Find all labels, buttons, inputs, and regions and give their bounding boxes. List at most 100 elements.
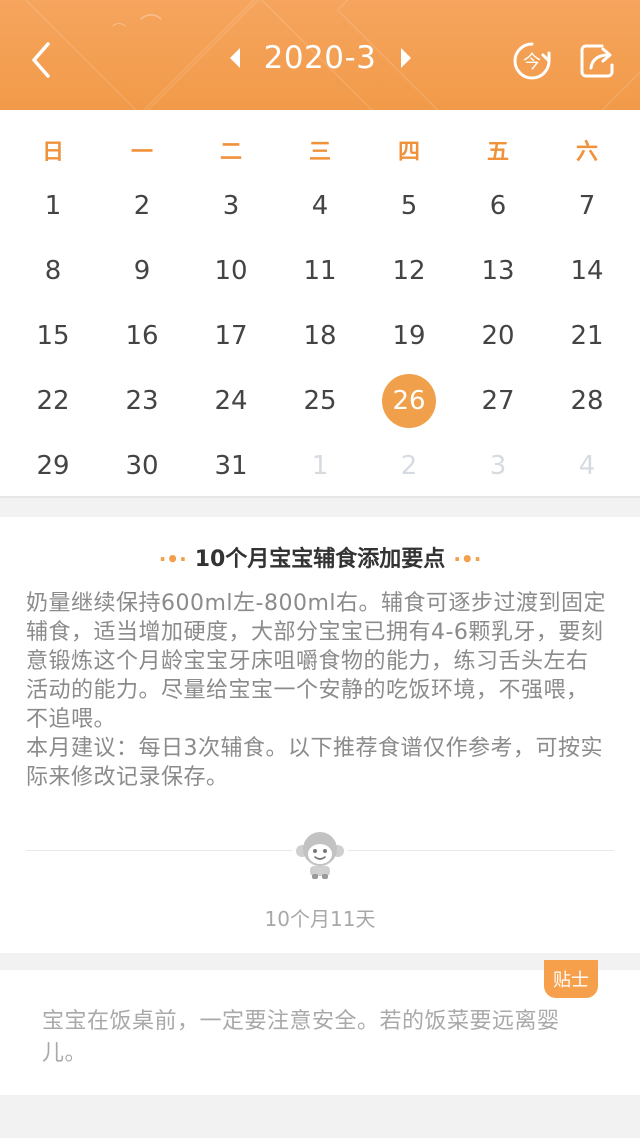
calendar-day[interactable]: 3 <box>458 436 538 496</box>
calendar-day[interactable]: 1 <box>13 176 93 236</box>
calendar-day[interactable]: 14 <box>547 241 627 301</box>
calendar-day[interactable]: 3 <box>191 176 271 236</box>
tip-card: 贴士 宝宝在饭桌前，一定要注意安全。若的饭菜要远离婴儿。 <box>0 960 640 1095</box>
calendar-day-number: 29 <box>36 451 70 481</box>
calendar-day[interactable]: 11 <box>280 241 360 301</box>
calendar-day-number: 5 <box>400 191 418 221</box>
svg-text:今: 今 <box>523 52 541 73</box>
calendar-day[interactable]: 25 <box>280 371 360 431</box>
calendar-day-number: 13 <box>481 256 515 286</box>
calendar-day-number: 24 <box>214 386 248 416</box>
calendar-day[interactable]: 4 <box>547 436 627 496</box>
calendar-day-number: 9 <box>133 256 151 286</box>
calendar-week-row: 15 16 17 18 19 20 21 <box>0 306 640 366</box>
calendar-day-number: 3 <box>222 191 240 221</box>
calendar-day-number: 4 <box>578 451 596 481</box>
calendar-day[interactable]: 27 <box>458 371 538 431</box>
calendar-day-number: 15 <box>36 321 70 351</box>
calendar-day-number: 10 <box>214 256 248 286</box>
calendar-day-number: 6 <box>489 191 507 221</box>
calendar-day[interactable]: 16 <box>102 306 182 366</box>
caret-left-icon <box>229 48 240 68</box>
calendar-day[interactable]: 4 <box>280 176 360 236</box>
weekday-label: 四 <box>397 140 420 165</box>
calendar-day-number: 8 <box>44 256 62 286</box>
weekday-label: 二 <box>219 140 242 165</box>
article-body: 奶量继续保持600ml左-800ml右。辅食可逐步过渡到固定辅食，适当增加硬度，… <box>26 589 606 792</box>
bird-decoration-icon: ⌒ <box>140 14 163 39</box>
calendar-day-number: 1 <box>311 451 329 481</box>
calendar-day-selected[interactable]: 26 <box>369 371 449 431</box>
section-divider <box>0 496 640 498</box>
article-paragraph: 本月建议：每日3次辅食。以下推荐食谱仅作参考，可按实际来修改记录保存。 <box>26 736 603 790</box>
calendar-day[interactable]: 8 <box>13 241 93 301</box>
calendar-day-number: 19 <box>392 321 426 351</box>
month-title: 2020-3 <box>263 40 377 76</box>
top-bar: ⌒ ⌒ 2020-3 今 <box>0 0 640 110</box>
calendar-day[interactable]: 5 <box>369 176 449 236</box>
calendar-day[interactable]: 1 <box>280 436 360 496</box>
calendar-day-number: 4 <box>311 191 329 221</box>
tip-text: 宝宝在饭桌前，一定要注意安全。若的饭菜要远离婴儿。 <box>42 1009 560 1066</box>
weekday-label: 六 <box>575 140 598 165</box>
calendar-day[interactable]: 2 <box>102 176 182 236</box>
next-month-button[interactable] <box>396 43 416 73</box>
calendar-day-number: 7 <box>578 191 596 221</box>
calendar-day[interactable]: 7 <box>547 176 627 236</box>
calendar-day-number: 23 <box>125 386 159 416</box>
weekday-label: 一 <box>130 140 153 165</box>
article-title-row: ·•· 10个月宝宝辅食添加要点 ·•· <box>0 541 640 573</box>
calendar-day[interactable]: 12 <box>369 241 449 301</box>
tip-badge: 贴士 <box>544 960 598 998</box>
calendar-day[interactable]: 9 <box>102 241 182 301</box>
calendar-day-number: 30 <box>125 451 159 481</box>
calendar-week-row: 22 23 24 25 26 27 28 <box>0 371 640 431</box>
calendar-day[interactable]: 28 <box>547 371 627 431</box>
calendar-day-number: 21 <box>570 321 604 351</box>
calendar-week-row: 1 2 3 4 5 6 7 <box>0 176 640 236</box>
calendar-day[interactable]: 15 <box>13 306 93 366</box>
article-paragraph: 奶量继续保持600ml左-800ml右。辅食可逐步过渡到固定辅食，适当增加硬度，… <box>26 591 607 732</box>
share-button[interactable] <box>578 41 618 81</box>
calendar-day[interactable]: 19 <box>369 306 449 366</box>
prev-month-button[interactable] <box>225 43 245 73</box>
dots-decoration: ·•· <box>158 547 187 571</box>
calendar-day-number: 1 <box>44 191 62 221</box>
weekday-label: 三 <box>308 140 331 165</box>
calendar-day[interactable]: 30 <box>102 436 182 496</box>
monkey-mascot-icon <box>292 824 348 880</box>
calendar-day[interactable]: 29 <box>13 436 93 496</box>
calendar-day[interactable]: 6 <box>458 176 538 236</box>
calendar-day-number: 25 <box>303 386 337 416</box>
calendar-day[interactable]: 20 <box>458 306 538 366</box>
calendar-day[interactable]: 22 <box>13 371 93 431</box>
calendar-day[interactable]: 24 <box>191 371 271 431</box>
calendar-day-number: 12 <box>392 256 426 286</box>
today-button[interactable]: 今 <box>512 41 552 81</box>
caret-right-icon <box>400 48 411 68</box>
calendar-day[interactable]: 18 <box>280 306 360 366</box>
calendar-day[interactable]: 17 <box>191 306 271 366</box>
calendar-day[interactable]: 21 <box>547 306 627 366</box>
calendar-day[interactable]: 31 <box>191 436 271 496</box>
calendar-day-number: 3 <box>489 451 507 481</box>
calendar-day-number: 2 <box>400 451 418 481</box>
weekday-label: 五 <box>486 140 509 165</box>
calendar-week-row: 29 30 31 1 2 3 4 <box>0 436 640 496</box>
calendar-day-number: 14 <box>570 256 604 286</box>
weekday-header: 日 一 二 三 四 五 六 <box>0 120 640 180</box>
calendar-day-number: 22 <box>36 386 70 416</box>
calendar-week-row: 8 9 10 11 12 13 14 <box>0 241 640 301</box>
bird-decoration-icon: ⌒ <box>112 23 126 39</box>
calendar-day-number: 26 <box>382 374 436 428</box>
calendar-day-number: 28 <box>570 386 604 416</box>
calendar-day[interactable]: 13 <box>458 241 538 301</box>
calendar-day[interactable]: 10 <box>191 241 271 301</box>
calendar-day-number: 20 <box>481 321 515 351</box>
calendar-day[interactable]: 23 <box>102 371 182 431</box>
calendar-day[interactable]: 2 <box>369 436 449 496</box>
calendar-day-number: 27 <box>481 386 515 416</box>
weekday-label: 日 <box>41 140 64 165</box>
article-title: 10个月宝宝辅食添加要点 <box>194 547 446 572</box>
calendar-day-number: 11 <box>303 256 337 286</box>
